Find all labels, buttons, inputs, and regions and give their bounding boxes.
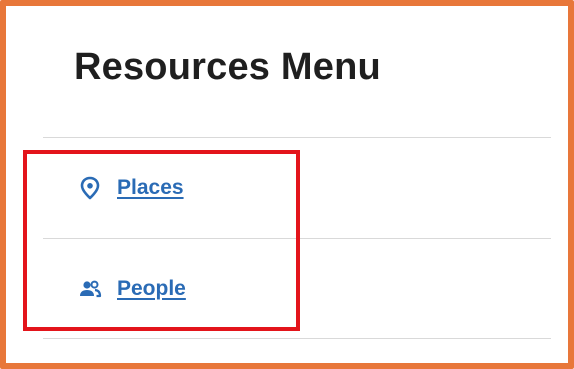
menu-item-places[interactable]: Places xyxy=(77,175,184,201)
people-icon xyxy=(77,276,103,302)
divider-top xyxy=(43,137,551,138)
panel-title: Resources Menu xyxy=(74,46,381,88)
map-pin-icon xyxy=(77,175,103,201)
divider-middle xyxy=(43,238,551,239)
menu-item-label-people[interactable]: People xyxy=(117,277,186,301)
divider-bottom xyxy=(43,338,551,339)
menu-item-label-places[interactable]: Places xyxy=(117,176,184,200)
menu-item-people[interactable]: People xyxy=(77,276,186,302)
